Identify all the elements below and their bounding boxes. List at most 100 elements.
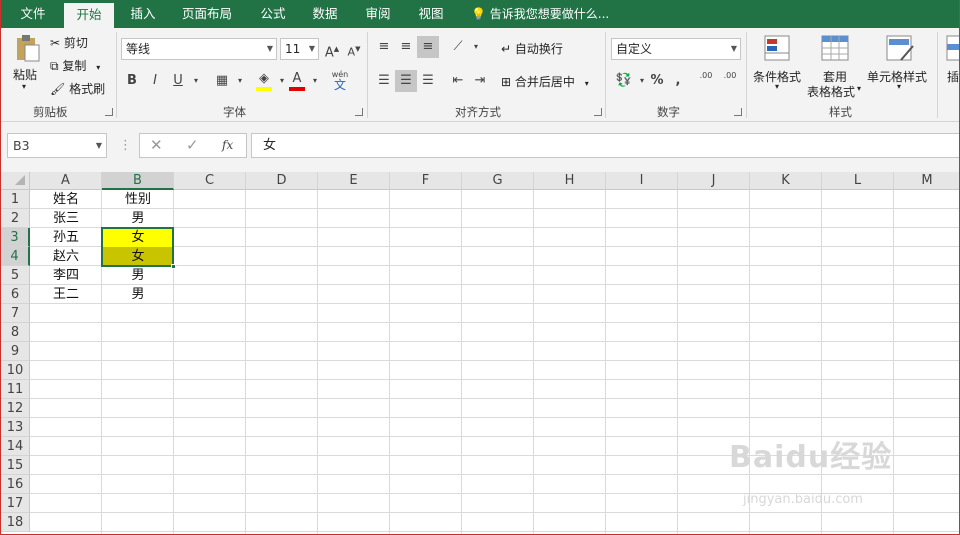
font-size-select[interactable]: 11 ▼ bbox=[280, 38, 319, 60]
align-left-icon[interactable]: ☰ bbox=[373, 70, 395, 92]
insert-cells-button[interactable]: 插 bbox=[943, 34, 959, 96]
decrease-decimal-button[interactable]: .00 bbox=[719, 70, 741, 92]
cell-a4[interactable]: 赵六 bbox=[30, 247, 102, 266]
tab-page-layout[interactable]: 页面布局 bbox=[175, 0, 239, 28]
cell-a2[interactable]: 张三 bbox=[30, 209, 102, 228]
comma-style-button[interactable]: , bbox=[667, 70, 689, 92]
worksheet-grid[interactable]: ABCDEFGHIJKLM 1 2 3 4 5 6 7 8 9 10 11 12 13 14 15 16 17 1… bbox=[1, 172, 959, 534]
column-header-h[interactable]: H bbox=[534, 172, 606, 190]
percent-button[interactable]: % bbox=[646, 70, 668, 92]
phonetic-guide-icon[interactable]: wén 文 bbox=[329, 68, 351, 91]
font-launcher-icon[interactable] bbox=[355, 108, 363, 116]
column-header-e[interactable]: E bbox=[318, 172, 390, 190]
column-header-b[interactable]: B bbox=[102, 172, 174, 190]
column-gridline bbox=[461, 190, 462, 534]
cell-b1[interactable]: 性别 bbox=[102, 190, 174, 209]
column-header-f[interactable]: F bbox=[390, 172, 462, 190]
cut-button[interactable]: ✂ 剪切 bbox=[50, 34, 88, 51]
tab-insert[interactable]: 插入 bbox=[121, 0, 165, 28]
cell-a6[interactable]: 王二 bbox=[30, 285, 102, 304]
tab-view[interactable]: 视图 bbox=[409, 0, 453, 28]
cell-a5[interactable]: 李四 bbox=[30, 266, 102, 285]
cell-b2[interactable]: 男 bbox=[102, 209, 174, 228]
conditional-formatting-button[interactable]: 条件格式 ▾ bbox=[751, 34, 805, 96]
copy-button[interactable]: ⧉ 复制 ▾ bbox=[50, 57, 100, 74]
alignment-launcher-icon[interactable] bbox=[594, 108, 602, 116]
row-header-5[interactable]: 5 bbox=[1, 266, 30, 285]
format-as-table-button[interactable]: 套用 表格格式 ▾ bbox=[807, 34, 863, 99]
column-header-d[interactable]: D bbox=[246, 172, 318, 190]
bold-button[interactable]: B bbox=[121, 70, 143, 92]
chevron-down-icon[interactable]: ▾ bbox=[304, 70, 326, 92]
row-header-9[interactable]: 9 bbox=[1, 342, 30, 361]
column-header-k[interactable]: K bbox=[750, 172, 822, 190]
chevron-down-icon[interactable]: ▾ bbox=[185, 70, 207, 92]
chevron-down-icon[interactable]: ▾ bbox=[229, 70, 251, 92]
row-header-7[interactable]: 7 bbox=[1, 304, 30, 323]
row-header-13[interactable]: 13 bbox=[1, 418, 30, 437]
row-header-11[interactable]: 11 bbox=[1, 380, 30, 399]
align-right-icon[interactable]: ☰ bbox=[417, 70, 439, 92]
insert-function-icon[interactable]: fx bbox=[222, 138, 233, 152]
cell-a1[interactable]: 姓名 bbox=[30, 190, 102, 209]
increase-font-size-icon[interactable]: A▲ bbox=[321, 38, 343, 60]
row-header-6[interactable]: 6 bbox=[1, 285, 30, 304]
column-header-l[interactable]: L bbox=[822, 172, 894, 190]
fill-handle[interactable] bbox=[171, 264, 176, 269]
increase-decimal-button[interactable]: .00 bbox=[695, 70, 717, 92]
cell-b6[interactable]: 男 bbox=[102, 285, 174, 304]
tab-file[interactable]: 文件 bbox=[9, 0, 57, 28]
tab-review[interactable]: 审阅 bbox=[356, 0, 400, 28]
font-name-select[interactable]: 等线 ▼ bbox=[121, 38, 277, 60]
chevron-down-icon: ▾ bbox=[857, 84, 862, 93]
row-header-4[interactable]: 4 bbox=[1, 247, 30, 266]
chevron-down-icon[interactable]: ▾ bbox=[465, 36, 487, 58]
align-bottom-icon[interactable]: ≡ bbox=[417, 36, 439, 58]
column-header-g[interactable]: G bbox=[462, 172, 534, 190]
tab-data[interactable]: 数据 bbox=[303, 0, 347, 28]
number-format-select[interactable]: 自定义 ▼ bbox=[611, 38, 741, 60]
row-header-14[interactable]: 14 bbox=[1, 437, 30, 456]
row-header-2[interactable]: 2 bbox=[1, 209, 30, 228]
format-painter-button[interactable]: 🖌 格式刷 bbox=[50, 80, 105, 97]
wrap-text-icon: ↵ bbox=[501, 42, 512, 56]
cell-a3[interactable]: 孙五 bbox=[30, 228, 102, 247]
tell-me-box[interactable]: 💡 告诉我您想要做什么... bbox=[471, 0, 609, 28]
row-header-16[interactable]: 16 bbox=[1, 475, 30, 494]
align-center-icon[interactable]: ☰ bbox=[395, 70, 417, 92]
column-header-a[interactable]: A bbox=[30, 172, 102, 190]
row-header-12[interactable]: 12 bbox=[1, 399, 30, 418]
row-header-8[interactable]: 8 bbox=[1, 323, 30, 342]
row-header-18[interactable]: 18 bbox=[1, 513, 30, 532]
tab-home[interactable]: 开始 bbox=[64, 0, 114, 28]
cell-b5[interactable]: 男 bbox=[102, 266, 174, 285]
tab-formulas[interactable]: 公式 bbox=[251, 0, 295, 28]
column-header-i[interactable]: I bbox=[606, 172, 678, 190]
number-launcher-icon[interactable] bbox=[734, 108, 742, 116]
merge-center-button[interactable]: ⊞ 合并后居中 ▾ bbox=[501, 73, 589, 90]
row-header-17[interactable]: 17 bbox=[1, 494, 30, 513]
decrease-font-size-icon[interactable]: A▼ bbox=[343, 38, 365, 60]
decrease-indent-icon[interactable]: ⇤ bbox=[447, 70, 469, 92]
formula-input[interactable]: 女 bbox=[251, 133, 959, 158]
cancel-icon[interactable]: ✕ bbox=[150, 136, 163, 154]
select-all-button[interactable] bbox=[1, 172, 30, 190]
increase-indent-icon[interactable]: ⇥ bbox=[469, 70, 491, 92]
cell-styles-button[interactable]: 单元格样式 ▾ bbox=[867, 34, 931, 96]
ribbon-home: 粘贴 ▾ ✂ 剪切 ⧉ 复制 ▾ 🖌 格式刷 剪贴板 等线 ▼ 11 ▼ A▲ … bbox=[1, 28, 959, 122]
name-box[interactable]: B3 ▼ bbox=[7, 133, 107, 158]
column-header-j[interactable]: J bbox=[678, 172, 750, 190]
wrap-text-button[interactable]: ↵ 自动换行 bbox=[501, 40, 563, 57]
row-header-15[interactable]: 15 bbox=[1, 456, 30, 475]
paste-button[interactable]: 粘贴 ▾ bbox=[9, 34, 45, 94]
column-header-m[interactable]: M bbox=[894, 172, 959, 190]
column-header-c[interactable]: C bbox=[174, 172, 246, 190]
clipboard-launcher-icon[interactable] bbox=[105, 108, 113, 116]
enter-check-icon[interactable]: ✓ bbox=[186, 136, 199, 154]
align-top-icon[interactable]: ≡ bbox=[373, 36, 395, 58]
row-header-10[interactable]: 10 bbox=[1, 361, 30, 380]
italic-button[interactable]: I bbox=[144, 70, 166, 92]
align-middle-icon[interactable]: ≡ bbox=[395, 36, 417, 58]
row-header-1[interactable]: 1 bbox=[1, 190, 30, 209]
row-header-3[interactable]: 3 bbox=[1, 228, 30, 247]
